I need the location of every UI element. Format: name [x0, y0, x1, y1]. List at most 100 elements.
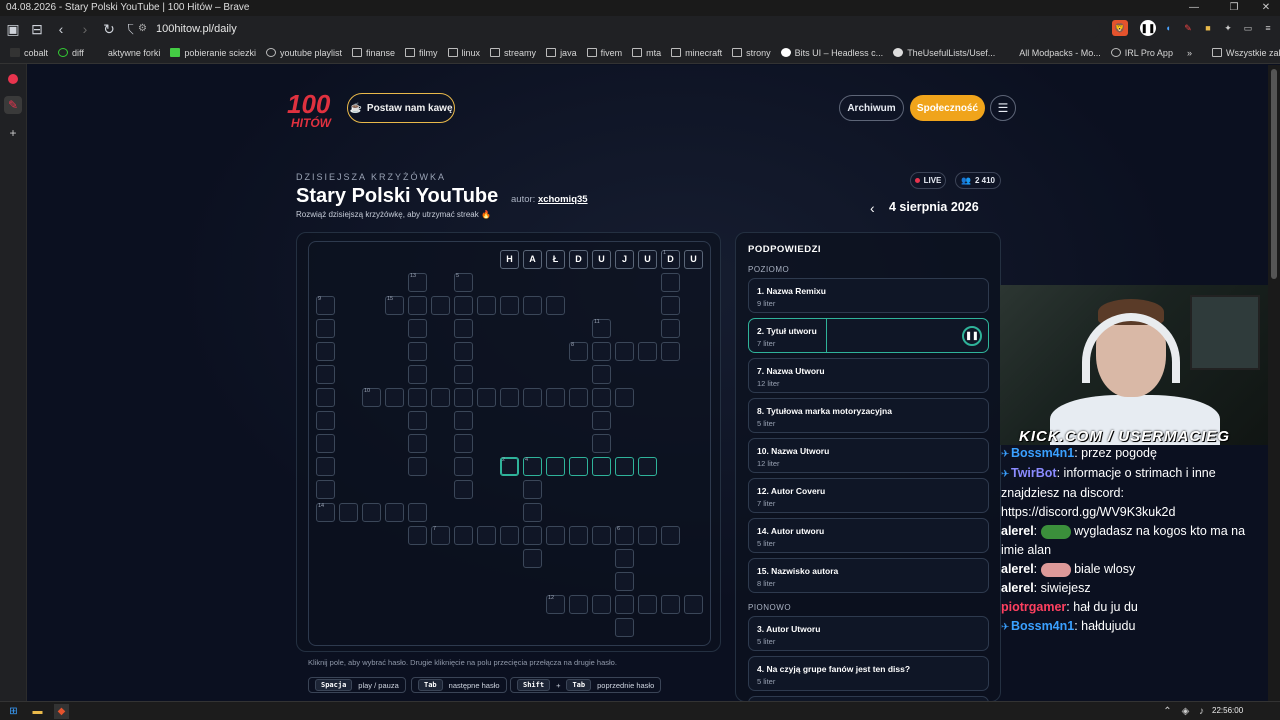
crossword-cell[interactable]	[569, 457, 588, 476]
network-icon[interactable]: ◈	[1178, 704, 1193, 719]
bookmark-item[interactable]: pobieranie sciezki	[170, 48, 256, 58]
crossword-cell[interactable]: 7	[431, 526, 450, 545]
crossword-cell[interactable]	[661, 273, 680, 292]
sidebar-toggle-icon[interactable]: ▣	[2, 18, 24, 40]
crossword-cell[interactable]	[454, 296, 473, 315]
crossword-cell[interactable]	[500, 388, 519, 407]
crossword-cell[interactable]	[569, 595, 588, 614]
crossword-cell[interactable]: 12	[546, 595, 565, 614]
sidebar-add-icon[interactable]: +	[4, 124, 22, 142]
crossword-cell[interactable]	[316, 388, 335, 407]
bookmark-folder[interactable]: mta	[632, 48, 661, 58]
bookmarks-more-icon[interactable]: »	[1187, 48, 1192, 58]
wallet-icon[interactable]: ▭	[1240, 20, 1256, 36]
crossword-cell[interactable]	[454, 388, 473, 407]
previous-day-button[interactable]: ‹	[870, 200, 875, 216]
maximize-icon[interactable]: ❐	[1220, 0, 1248, 16]
crossword-cell[interactable]: 5	[454, 273, 473, 292]
crossword-cell[interactable]	[523, 388, 542, 407]
clue-across-10[interactable]: 10. Nazwa Utworu 12 liter	[748, 438, 989, 473]
clue-across-7[interactable]: 7. Nazwa Utworu 12 liter	[748, 358, 989, 393]
forward-icon[interactable]: ›	[74, 18, 96, 40]
crossword-cell[interactable]	[454, 480, 473, 499]
crossword-cell[interactable]	[615, 572, 634, 591]
chat-username[interactable]: alerel	[1001, 581, 1034, 595]
pause-extension-icon[interactable]: ❚❚	[1140, 20, 1156, 36]
bookmark-item[interactable]: All Modpacks - Mo...	[1005, 48, 1101, 58]
page-scrollbar[interactable]	[1268, 65, 1280, 701]
chat-username[interactable]: TwirBot	[1011, 466, 1057, 480]
crossword-cell[interactable]	[661, 296, 680, 315]
clue-down-4[interactable]: 4. Na czyją grupe fanów jest ten diss? 5 …	[748, 656, 989, 691]
crossword-cell[interactable]	[408, 457, 427, 476]
crossword-cell[interactable]	[408, 388, 427, 407]
clue-across-12[interactable]: 12. Autor Coveru 7 liter	[748, 478, 989, 513]
clue-down-3[interactable]: 3. Autor Utworu 5 liter	[748, 616, 989, 651]
crossword-cell[interactable]	[615, 595, 634, 614]
extension-icon[interactable]: ◖	[1160, 20, 1176, 36]
scrollbar-thumb[interactable]	[1271, 69, 1277, 279]
crossword-cell[interactable]	[500, 296, 519, 315]
start-icon[interactable]: ⊞	[6, 704, 21, 719]
bookmark-folder[interactable]: streamy	[490, 48, 536, 58]
crossword-cell[interactable]	[316, 319, 335, 338]
crossword-cell[interactable]	[661, 342, 680, 361]
crossword-cell[interactable]	[684, 595, 703, 614]
crossword-cell[interactable]: 14	[316, 503, 335, 522]
crossword-cell[interactable]	[408, 526, 427, 545]
crossword-cell[interactable]	[638, 526, 657, 545]
100hitow-logo[interactable]: 100 HITÓW	[283, 83, 339, 133]
crossword-cell[interactable]	[477, 296, 496, 315]
minimize-icon[interactable]: —	[1180, 0, 1208, 16]
crossword-cell[interactable]	[592, 434, 611, 453]
crossword-cell[interactable]	[615, 549, 634, 568]
crossword-cell[interactable]	[615, 388, 634, 407]
bookmark-item[interactable]: diff	[58, 48, 84, 58]
crossword-cell[interactable]	[408, 296, 427, 315]
crossword-cell[interactable]	[454, 411, 473, 430]
chat-username[interactable]: Bossm4n1	[1011, 619, 1074, 633]
crossword-cell[interactable]: 10	[362, 388, 381, 407]
crossword-cell[interactable]: U	[638, 250, 657, 269]
pause-icon[interactable]: ❚❚	[962, 326, 982, 346]
crossword-cell[interactable]	[454, 365, 473, 384]
crossword-cell[interactable]	[454, 319, 473, 338]
crossword-cell[interactable]: D	[569, 250, 588, 269]
crossword-cell[interactable]	[500, 526, 519, 545]
site-info-icon[interactable]: ⚙	[138, 19, 147, 39]
bookmark-item[interactable]: aktywne forki	[94, 48, 161, 58]
hamburger-menu-icon[interactable]: ☰	[990, 95, 1016, 121]
crossword-cell[interactable]: 11	[592, 319, 611, 338]
volume-icon[interactable]: ♪	[1194, 704, 1209, 719]
crossword-cell[interactable]	[661, 595, 680, 614]
bookmark-folder[interactable]: minecraft	[671, 48, 722, 58]
all-bookmarks-folder[interactable]: Wszystkie zakładki	[1211, 48, 1280, 58]
bookmark-item[interactable]: youtube playlist	[265, 48, 342, 58]
crossword-cell[interactable]: U	[592, 250, 611, 269]
crossword-cell[interactable]	[316, 480, 335, 499]
crossword-cell[interactable]	[546, 296, 565, 315]
crossword-cell[interactable]	[408, 342, 427, 361]
crossword-cell[interactable]	[661, 526, 680, 545]
clue-across-1[interactable]: 1. Nazwa Remixu 9 liter	[748, 278, 989, 313]
clue-across-15[interactable]: 15. Nazwisko autora 8 liter	[748, 558, 989, 593]
crossword-cell[interactable]	[546, 388, 565, 407]
crossword-cell[interactable]	[615, 457, 634, 476]
chat-username[interactable]: alerel	[1001, 562, 1034, 576]
taskbar-clock[interactable]: 22:56:00	[1212, 706, 1243, 715]
crossword-cell[interactable]: 13	[408, 273, 427, 292]
crossword-cell[interactable]	[431, 388, 450, 407]
sidebar-100hitow-icon[interactable]: ✎	[4, 96, 22, 114]
crossword-cell[interactable]	[408, 434, 427, 453]
crossword-cell[interactable]	[615, 342, 634, 361]
crossword-cell[interactable]: U	[684, 250, 703, 269]
crossword-cell[interactable]: 4	[523, 457, 542, 476]
crossword-cell[interactable]	[638, 457, 657, 476]
crossword-cell[interactable]	[661, 319, 680, 338]
crossword-cell[interactable]	[592, 411, 611, 430]
crossword-cell[interactable]: 15	[385, 296, 404, 315]
crossword-cell[interactable]	[408, 411, 427, 430]
crossword-cell[interactable]: J	[615, 250, 634, 269]
buy-coffee-button[interactable]: ☕ Postaw nam kawę	[347, 93, 455, 123]
crossword-cell[interactable]	[316, 434, 335, 453]
